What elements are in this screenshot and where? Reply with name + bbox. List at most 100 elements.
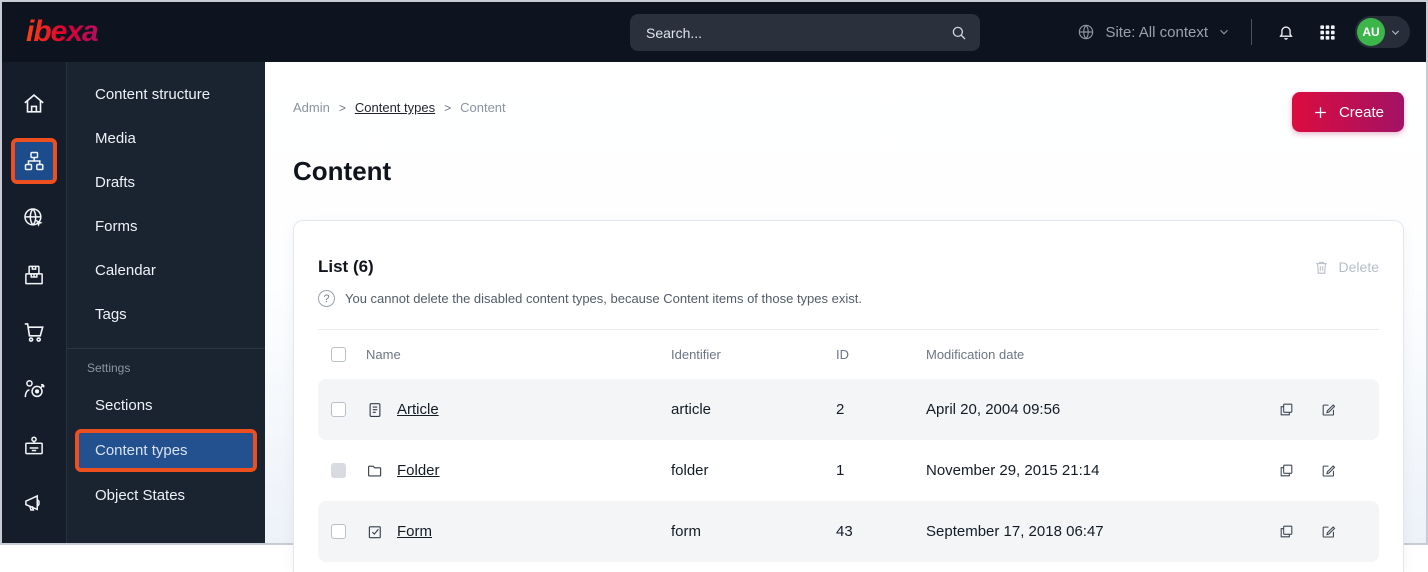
delete-button-label: Delete <box>1338 259 1379 275</box>
sidebar-item-calendar[interactable]: Calendar <box>75 250 257 291</box>
list-title: List (6) <box>318 257 374 276</box>
modified-cell: April 20, 2004 09:56 <box>926 401 1061 418</box>
sidebar-item-media[interactable]: Media <box>75 118 257 159</box>
identifier-cell: folder <box>671 462 709 479</box>
bell-icon <box>1276 22 1296 42</box>
home-icon <box>21 91 47 117</box>
breadcrumb-separator: > <box>444 100 452 115</box>
modified-cell: November 29, 2015 21:14 <box>926 462 1100 479</box>
row-checkbox[interactable] <box>331 524 346 539</box>
select-all-checkbox[interactable] <box>331 347 346 362</box>
content-type-link[interactable]: Form <box>397 523 671 540</box>
copy-button[interactable] <box>1275 520 1317 543</box>
copy-button[interactable] <box>1275 398 1317 421</box>
rail-item-content-structure[interactable] <box>2 132 67 189</box>
global-search[interactable] <box>630 14 980 51</box>
top-bar: ibexa Site: All context <box>2 2 1426 62</box>
user-menu[interactable]: AU <box>1355 16 1410 48</box>
edit-icon <box>1320 462 1337 479</box>
copy-icon <box>1278 401 1295 418</box>
id-cell: 1 <box>836 462 845 479</box>
delete-button[interactable]: Delete <box>1313 259 1379 276</box>
table-header: Name Identifier ID Modification date <box>318 330 1379 379</box>
site-context-label: Site: All context <box>1105 23 1208 41</box>
page-title: Content <box>293 156 392 186</box>
sidebar-item-content-types[interactable]: Content types <box>75 429 257 472</box>
chevron-down-icon <box>1389 26 1402 39</box>
content-type-link[interactable]: Folder <box>397 462 671 479</box>
column-header-modified: Modification date <box>926 347 1025 362</box>
copy-button[interactable] <box>1275 459 1317 482</box>
rail-item-commerce[interactable] <box>2 303 67 360</box>
globe-icon <box>1076 22 1096 42</box>
sidebar-item-forms[interactable]: Forms <box>75 206 257 247</box>
sidebar-item-drafts[interactable]: Drafts <box>75 162 257 203</box>
breadcrumb-content-types-link[interactable]: Content types <box>355 100 435 115</box>
row-checkbox[interactable] <box>331 402 346 417</box>
menu-divider <box>67 348 265 349</box>
site-context-selector[interactable]: Site: All context <box>1076 22 1231 42</box>
app-grid-icon <box>1318 23 1337 42</box>
column-header-identifier: Identifier <box>671 347 721 362</box>
chevron-down-icon <box>1217 25 1231 39</box>
column-header-name: Name <box>366 347 401 362</box>
form-icon <box>366 523 397 541</box>
article-icon <box>366 401 397 419</box>
search-icon[interactable] <box>950 24 968 42</box>
edit-icon <box>1320 523 1337 540</box>
edit-button[interactable] <box>1317 459 1361 482</box>
active-rail-highlight <box>11 137 57 184</box>
rail-item-personalization[interactable] <box>2 360 67 417</box>
breadcrumb-admin: Admin <box>293 100 330 115</box>
copy-icon <box>1278 462 1295 479</box>
settings-section-label: Settings <box>87 361 131 375</box>
search-input[interactable] <box>646 24 950 41</box>
create-button-label: Create <box>1338 103 1384 121</box>
site-globe-cursor-icon <box>21 205 47 231</box>
rail-item-campaign[interactable] <box>2 474 67 531</box>
identifier-cell: form <box>671 523 701 540</box>
sidebar-menu: Content structure Media Drafts Forms Cal… <box>67 62 265 543</box>
id-badge-icon <box>21 433 47 459</box>
table-row-article: Article article 2 April 20, 2004 09:56 <box>318 379 1379 440</box>
id-cell: 2 <box>836 401 845 418</box>
notifications-button[interactable] <box>1272 18 1300 46</box>
app-switcher-button[interactable] <box>1314 19 1341 46</box>
breadcrumb-separator: > <box>338 100 346 115</box>
list-info-text: You cannot delete the disabled content t… <box>345 291 862 306</box>
ibexa-logo[interactable]: ibexa <box>22 15 102 49</box>
topbar-divider <box>1251 19 1252 45</box>
sidebar-item-sections[interactable]: Sections <box>75 385 257 426</box>
rail-item-product-catalog[interactable] <box>2 246 67 303</box>
row-checkbox-disabled <box>331 463 346 478</box>
content-type-link[interactable]: Article <box>397 401 671 418</box>
table-row-folder: Folder folder 1 November 29, 2015 21:14 <box>318 440 1379 501</box>
app-window: ibexa Site: All context <box>2 2 1426 572</box>
cart-icon <box>21 319 47 345</box>
help-icon: ? <box>318 290 335 307</box>
folder-icon <box>366 462 397 480</box>
breadcrumb: Admin > Content types > Content <box>293 92 506 115</box>
copy-icon <box>1278 523 1295 540</box>
sidebar-item-tags[interactable]: Tags <box>75 294 257 335</box>
create-button[interactable]: Create <box>1291 92 1404 132</box>
column-header-id: ID <box>836 347 849 362</box>
edit-button[interactable] <box>1317 398 1361 421</box>
edit-icon <box>1320 401 1337 418</box>
content-types-list-card: List (6) Delete ? You cannot delete the … <box>293 220 1404 572</box>
content-structure-icon <box>22 149 46 173</box>
avatar: AU <box>1357 18 1385 46</box>
sidebar-item-object-states[interactable]: Object States <box>75 475 257 516</box>
breadcrumb-content: Content <box>460 100 506 115</box>
id-cell: 43 <box>836 523 853 540</box>
megaphone-icon <box>21 490 47 516</box>
table-row-form: Form form 43 September 17, 2018 06:47 <box>318 501 1379 562</box>
rail-item-home[interactable] <box>2 75 67 132</box>
identifier-cell: article <box>671 401 712 418</box>
icon-rail <box>2 62 67 543</box>
sidebar-item-content-structure[interactable]: Content structure <box>75 74 257 115</box>
edit-button[interactable] <box>1317 520 1361 543</box>
rail-item-admin[interactable] <box>2 417 67 474</box>
product-boxes-icon <box>21 262 47 288</box>
rail-item-site[interactable] <box>2 189 67 246</box>
